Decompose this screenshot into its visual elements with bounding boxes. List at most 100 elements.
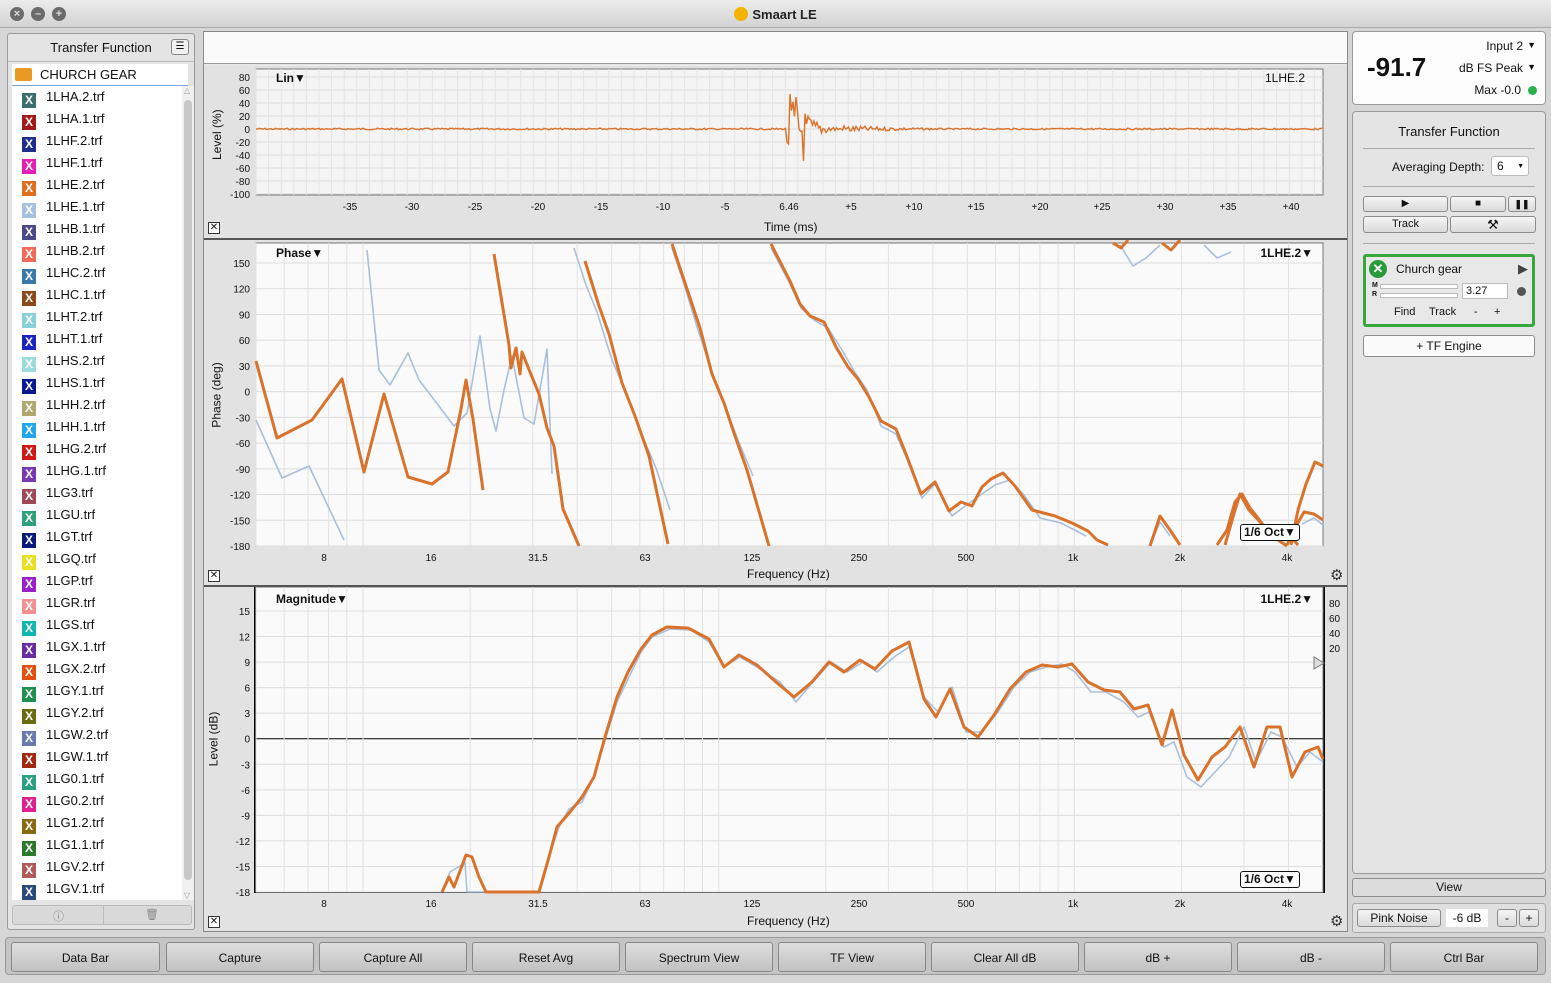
list-item[interactable]: X 1LGP.trf — [12, 570, 182, 592]
phase-close-icon[interactable]: ✕ — [208, 570, 220, 582]
file-x-icon[interactable]: X — [22, 885, 36, 900]
file-x-icon[interactable]: X — [22, 577, 36, 592]
file-x-icon[interactable]: X — [22, 181, 36, 196]
file-x-icon[interactable]: X — [22, 819, 36, 834]
pause-button[interactable]: ❚❚ — [1508, 196, 1536, 212]
magnitude-close-icon[interactable]: ✕ — [208, 916, 220, 928]
file-x-icon[interactable]: X — [22, 401, 36, 416]
phase-mode-dropdown[interactable]: Phase▼ — [276, 246, 323, 260]
list-item[interactable]: X 1LHC.1.trf — [12, 284, 182, 306]
ctrl-bar-button[interactable]: Ctrl Bar — [1390, 942, 1538, 972]
averaging-select[interactable]: 6 ▼ — [1491, 156, 1529, 176]
file-x-icon[interactable]: X — [22, 335, 36, 350]
pink-noise-button[interactable]: Pink Noise — [1357, 909, 1441, 927]
file-x-icon[interactable]: X — [22, 511, 36, 526]
sidebar-scrollbar[interactable]: △ ▽ — [182, 86, 194, 900]
data-bar-button[interactable]: Data Bar — [11, 942, 160, 972]
engine-x-icon[interactable]: ✕ — [1369, 260, 1387, 278]
list-item[interactable]: X 1LHC.2.trf — [12, 262, 182, 284]
file-x-icon[interactable]: X — [22, 379, 36, 394]
stop-button[interactable]: ■ — [1450, 196, 1506, 212]
list-item[interactable]: X 1LHS.1.trf — [12, 372, 182, 394]
meter-mode-select[interactable]: dB FS Peak — [1459, 61, 1523, 75]
file-x-icon[interactable]: X — [22, 313, 36, 328]
delay-field[interactable]: 3.27 — [1462, 283, 1508, 299]
file-x-icon[interactable]: X — [22, 291, 36, 306]
clear-all-db-button[interactable]: Clear All dB — [931, 942, 1079, 972]
magnitude-smoothing-dropdown[interactable]: 1/6 Oct▼ — [1240, 871, 1300, 888]
delay-plus-button[interactable]: + — [1494, 306, 1500, 318]
list-item[interactable]: X 1LGS.trf — [12, 614, 182, 636]
file-x-icon[interactable]: X — [22, 423, 36, 438]
list-item[interactable]: X 1LHB.2.trf — [12, 240, 182, 262]
list-item[interactable]: X 1LHG.1.trf — [12, 460, 182, 482]
scroll-down-icon[interactable]: ▽ — [184, 891, 190, 900]
file-x-icon[interactable]: X — [22, 269, 36, 284]
list-item[interactable]: X 1LGU.trf — [12, 504, 182, 526]
file-x-icon[interactable]: X — [22, 709, 36, 724]
engine-card[interactable]: ✕ Church gear ▶ M R 3.27 Find Track - + — [1363, 254, 1535, 327]
list-item[interactable]: X 1LHB.1.trf — [12, 218, 182, 240]
file-x-icon[interactable]: X — [22, 841, 36, 856]
engine-expand-icon[interactable]: ▶ — [1518, 261, 1528, 277]
scroll-thumb[interactable] — [184, 100, 192, 880]
magnitude-trace-dropdown[interactable]: 1LHE.2▼ — [1260, 592, 1313, 606]
track-button[interactable]: Track — [1363, 216, 1448, 233]
trash-icon[interactable]: 🗑 — [145, 908, 159, 921]
generator-minus-button[interactable]: - — [1497, 909, 1517, 927]
list-item[interactable]: X 1LHA.1.trf — [12, 108, 182, 130]
list-item[interactable]: X 1LHG.2.trf — [12, 438, 182, 460]
phase-smoothing-dropdown[interactable]: 1/6 Oct▼ — [1240, 524, 1300, 541]
input-dropdown-icon[interactable]: ▼ — [1527, 40, 1536, 50]
list-item[interactable]: X 1LGY.1.trf — [12, 680, 182, 702]
capture-all-button[interactable]: Capture All — [319, 942, 467, 972]
file-x-icon[interactable]: X — [22, 599, 36, 614]
file-x-icon[interactable]: X — [22, 93, 36, 108]
sidebar-menu-icon[interactable]: ☰ — [171, 39, 189, 55]
view-button[interactable]: View — [1352, 878, 1546, 897]
list-item[interactable]: X 1LHA.2.trf — [12, 86, 182, 108]
list-item[interactable]: X 1LGV.2.trf — [12, 856, 182, 878]
list-item[interactable]: X 1LG3.trf — [12, 482, 182, 504]
file-x-icon[interactable]: X — [22, 621, 36, 636]
tools-icon[interactable]: ⚒ — [1450, 216, 1536, 233]
list-item[interactable]: X 1LHE.1.trf — [12, 196, 182, 218]
list-item[interactable]: X 1LGV.1.trf — [12, 878, 182, 900]
file-x-icon[interactable]: X — [22, 797, 36, 812]
phase-trace-dropdown[interactable]: 1LHE.2▼ — [1260, 246, 1313, 260]
list-item[interactable]: X 1LHH.1.trf — [12, 416, 182, 438]
list-item[interactable]: X 1LGR.trf — [12, 592, 182, 614]
file-x-icon[interactable]: X — [22, 159, 36, 174]
folder-row[interactable]: CHURCH GEAR — [12, 64, 188, 86]
file-x-icon[interactable]: X — [22, 643, 36, 658]
scroll-up-icon[interactable]: △ — [184, 86, 190, 95]
file-x-icon[interactable]: X — [22, 115, 36, 130]
impulse-plot[interactable]: 80 60 40 20 0 -20 -40 -60 -80 -100 -35 -30 -25 -20 -15… — [204, 66, 1347, 238]
delay-lock-indicator[interactable] — [1517, 287, 1526, 296]
info-icon[interactable]: ⓘ — [53, 908, 64, 924]
add-tf-engine-button[interactable]: + TF Engine — [1363, 335, 1535, 357]
list-item[interactable]: X 1LGY.2.trf — [12, 702, 182, 724]
list-item[interactable]: X 1LGT.trf — [12, 526, 182, 548]
file-x-icon[interactable]: X — [22, 357, 36, 372]
file-x-icon[interactable]: X — [22, 225, 36, 240]
list-item[interactable]: X 1LGW.1.trf — [12, 746, 182, 768]
file-x-icon[interactable]: X — [22, 445, 36, 460]
delay-minus-button[interactable]: - — [1474, 306, 1478, 318]
file-x-icon[interactable]: X — [22, 753, 36, 768]
find-delay-button[interactable]: Find — [1394, 306, 1415, 318]
file-x-icon[interactable]: X — [22, 687, 36, 702]
list-item[interactable]: X 1LHE.2.trf — [12, 174, 182, 196]
list-item[interactable]: X 1LG0.1.trf — [12, 768, 182, 790]
file-x-icon[interactable]: X — [22, 731, 36, 746]
capture-button[interactable]: Capture — [166, 942, 314, 972]
file-x-icon[interactable]: X — [22, 863, 36, 878]
magnitude-mode-dropdown[interactable]: Magnitude▼ — [276, 592, 348, 606]
file-x-icon[interactable]: X — [22, 775, 36, 790]
spectrum-view-button[interactable]: Spectrum View — [625, 942, 773, 972]
impulse-mode-dropdown[interactable]: Lin▼ — [276, 71, 306, 85]
list-item[interactable]: X 1LG0.2.trf — [12, 790, 182, 812]
input-select[interactable]: Input 2 — [1486, 39, 1523, 53]
file-x-icon[interactable]: X — [22, 467, 36, 482]
track-delay-button[interactable]: Track — [1429, 306, 1456, 318]
